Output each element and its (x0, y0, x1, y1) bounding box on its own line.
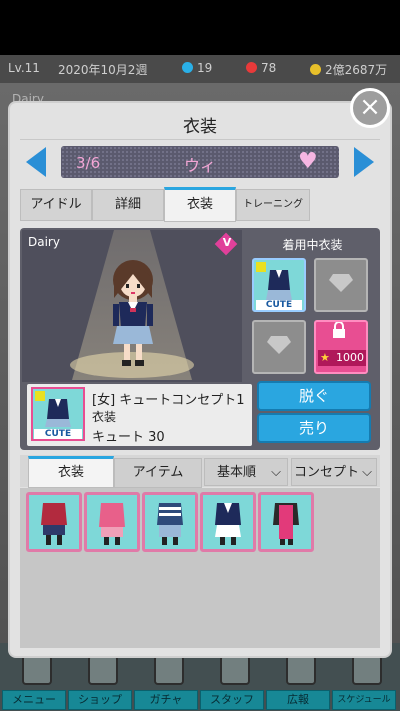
group-name: Dairy (28, 235, 60, 249)
tab-costume[interactable]: 衣装 (164, 187, 236, 222)
v-badge-label: V (222, 236, 232, 249)
tab-idol[interactable]: アイドル (20, 189, 92, 221)
costume-list-item[interactable] (258, 492, 314, 552)
costume-list-item[interactable] (142, 492, 198, 552)
unlock-cost: ★ 1000 (318, 350, 366, 366)
next-idol-arrow-icon[interactable] (354, 147, 374, 177)
costume-icon (41, 503, 67, 545)
tab-training[interactable]: トレーニング (236, 189, 310, 221)
item-name: [女] キュートコンセプト1 (92, 393, 245, 408)
costume-list-item[interactable] (84, 492, 140, 552)
idol-name: ウィ (183, 156, 216, 175)
prev-idol-arrow-icon[interactable] (26, 147, 46, 177)
item-thumb-tag: CUTE (34, 429, 82, 439)
chevron-down-icon: ⌵ (362, 465, 372, 480)
level-text: Lv.11 (8, 61, 40, 75)
costume-list-item[interactable] (200, 492, 256, 552)
costume-icon (157, 503, 183, 545)
costume-icon (273, 503, 299, 545)
money-counter: 2億2687万 (310, 61, 387, 78)
costume-icon (215, 503, 241, 545)
tab-details[interactable]: 詳細 (92, 189, 164, 221)
lock-icon (333, 322, 345, 338)
close-button[interactable]: × (350, 88, 390, 128)
sell-button[interactable]: 売り (257, 413, 371, 443)
star-icon: ★ (320, 351, 330, 364)
list-tab-costume[interactable]: 衣装 (28, 456, 114, 488)
idol-character-sprite (113, 260, 153, 366)
star-counter: 78 (246, 61, 276, 75)
item-category: 衣装 (92, 410, 117, 424)
chevron-down-icon: ⌵ (271, 465, 281, 480)
item-stat: キュート 30 (92, 430, 165, 445)
costume-list-item[interactable] (26, 492, 82, 552)
equipped-title: 着用中衣装 (282, 238, 343, 252)
concept-filter-dropdown[interactable]: コンセプト ⌵ (291, 458, 377, 486)
take-off-button[interactable]: 脱ぐ (257, 381, 371, 411)
equipped-slot-empty-1[interactable] (314, 258, 368, 312)
diamond-icon (329, 274, 353, 292)
modal-title: 衣装 (183, 117, 217, 137)
gem-icon (182, 62, 193, 73)
status-bar: Lv.11 2020年10月2週 19 78 2億2687万 (0, 55, 400, 83)
costume-icon (99, 503, 125, 545)
title-divider (20, 139, 380, 140)
system-top-bar (0, 0, 400, 55)
equipped-slot-empty-2[interactable] (252, 320, 306, 374)
gem-counter: 19 (182, 61, 212, 75)
star-icon (246, 62, 257, 73)
list-tab-item[interactable]: アイテム (114, 458, 202, 488)
diamond-icon (267, 336, 291, 354)
date-text: 2020年10月2週 (58, 63, 148, 77)
coin-icon (310, 64, 321, 75)
slot-thumb-tag: CUTE (256, 300, 302, 310)
idol-counter: 3/6 (76, 154, 101, 172)
heart-icon: ♥ (298, 149, 318, 174)
sort-dropdown[interactable]: 基本順 ⌵ (204, 458, 288, 486)
